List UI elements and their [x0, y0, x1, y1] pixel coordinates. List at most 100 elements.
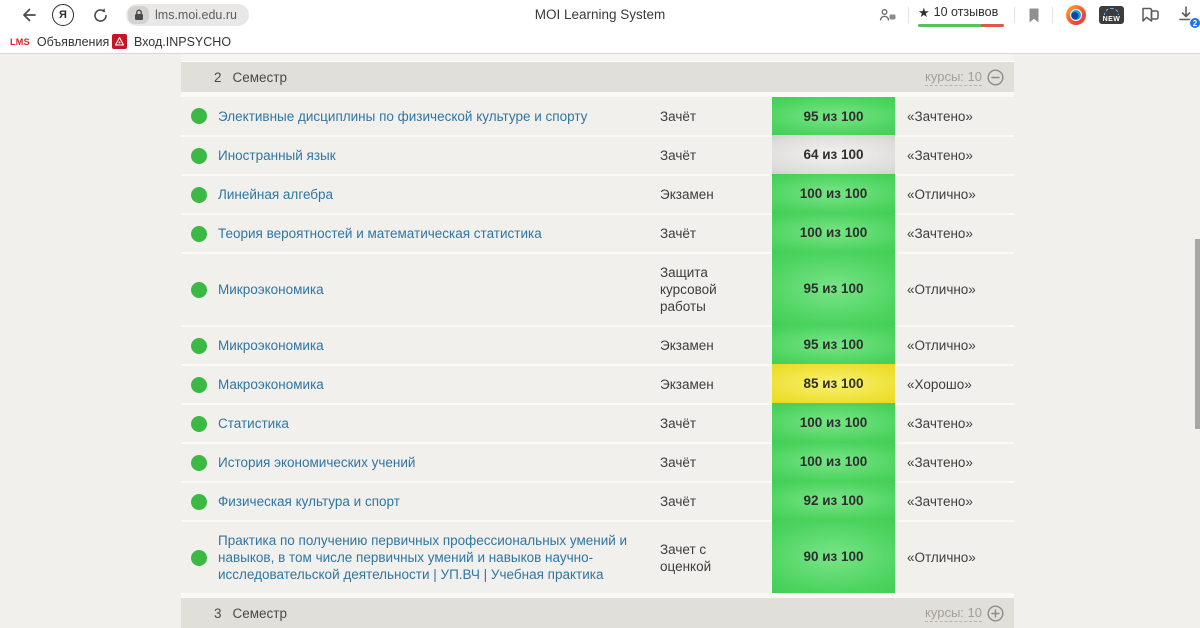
bookmark-item-login[interactable]: Вход.INPSYCHO	[112, 30, 231, 53]
courses-count-label: курсы: 10	[925, 604, 982, 622]
downloads-icon[interactable]: 2	[1177, 5, 1200, 29]
score-badge: 85 из 100	[772, 364, 895, 403]
grade-text: «Отлично»	[895, 520, 1014, 593]
grade-text: «Зачтено»	[895, 135, 1014, 174]
collections-icon[interactable]	[1140, 5, 1160, 25]
page-title: MOI Learning System	[534, 7, 666, 22]
semester-2-header[interactable]: 2 Семестр курсы: 10	[181, 62, 1014, 92]
toolbar-divider	[1014, 7, 1015, 23]
grade-text: «Отлично»	[895, 325, 1014, 364]
grades-table: 2 Семестр курсы: 10 Элективные дисциплин…	[181, 54, 1014, 628]
address-bar[interactable]: lms.moi.edu.ru	[126, 4, 249, 26]
semester-2-courses-toggle[interactable]: курсы: 10	[925, 69, 1004, 86]
bookmark-item-announcements[interactable]: LMS Объявления	[10, 30, 109, 53]
course-link[interactable]: Микроэкономика	[218, 325, 660, 364]
assessment-type: Экзамен	[660, 174, 772, 213]
assessment-type: Зачёт	[660, 135, 772, 174]
new-tab-extension-icon[interactable]: NEW	[1099, 6, 1124, 24]
lms-favicon: LMS	[10, 36, 30, 47]
inpsycho-favicon	[112, 34, 127, 49]
course-link[interactable]: История экономических учений	[218, 442, 660, 481]
table-row: Теория вероятностей и математическая ста…	[181, 213, 1014, 252]
course-link[interactable]: Элективные дисциплины по физической куль…	[218, 97, 660, 135]
course-link[interactable]: Линейная алгебра	[218, 174, 660, 213]
course-link[interactable]: Физическая культура и спорт	[218, 481, 660, 520]
score-badge: 100 из 100	[772, 174, 895, 213]
course-link[interactable]: Практика по получению первичных професси…	[218, 520, 660, 593]
course-status-dot	[191, 225, 207, 242]
toolbar-divider	[908, 7, 909, 23]
scrollbar-thumb[interactable]	[1195, 239, 1200, 429]
assessment-type: Зачёт	[660, 442, 772, 481]
grade-text: «Зачтено»	[895, 481, 1014, 520]
grade-text: «Отлично»	[895, 252, 1014, 325]
course-link[interactable]: Теория вероятностей и математическая ста…	[218, 213, 660, 252]
yandex-browser-icon[interactable]: Я	[52, 4, 74, 26]
table-row: Статистика Зачёт 100 из 100 «Зачтено»	[181, 403, 1014, 442]
expand-plus-icon[interactable]	[987, 604, 1004, 622]
score-badge: 95 из 100	[772, 252, 895, 325]
score-badge: 92 из 100	[772, 481, 895, 520]
collapse-minus-icon[interactable]	[987, 68, 1004, 86]
score-badge: 95 из 100	[772, 97, 895, 135]
semester-label: Семестр	[232, 605, 288, 621]
assessment-type: Экзамен	[660, 325, 772, 364]
assessment-type: Зачет с оценкой	[660, 520, 772, 593]
assessment-type: Зачёт	[660, 481, 772, 520]
browser-toolbar: Я lms.moi.edu.ru MOI Learning System ★ 1…	[0, 0, 1200, 30]
feedback-icon[interactable]	[878, 5, 898, 25]
grade-text: «Отлично»	[895, 174, 1014, 213]
course-link[interactable]: Микроэкономика	[218, 252, 660, 325]
score-badge: 100 из 100	[772, 442, 895, 481]
grade-text: «Зачтено»	[895, 213, 1014, 252]
semester-3-header[interactable]: 3 Семестр курсы: 10	[181, 598, 1014, 628]
course-link[interactable]: Иностранный язык	[218, 135, 660, 174]
extension-circle-icon[interactable]	[1066, 5, 1086, 25]
reviews-count-label: 10 отзывов	[933, 5, 999, 19]
grade-text: «Зачтено»	[895, 403, 1014, 442]
course-status-dot	[191, 549, 207, 566]
table-row: Иностранный язык Зачёт 64 из 100 «Зачтен…	[181, 135, 1014, 174]
lock-icon[interactable]	[128, 6, 149, 24]
course-status-dot	[191, 415, 207, 432]
toolbar-divider	[1052, 7, 1053, 23]
course-link[interactable]: Статистика	[218, 403, 660, 442]
url-text: lms.moi.edu.ru	[155, 8, 237, 22]
bookmark-icon[interactable]	[1024, 5, 1044, 25]
refresh-icon[interactable]	[90, 5, 110, 25]
back-icon[interactable]	[18, 5, 38, 25]
course-status-dot	[191, 376, 207, 393]
course-status-dot	[191, 281, 207, 298]
score-badge: 90 из 100	[772, 520, 895, 593]
grade-text: «Зачтено»	[907, 108, 973, 124]
course-status-dot	[191, 454, 207, 471]
grade-text: «Зачтено»	[895, 442, 1014, 481]
reviews-rating-bar	[918, 24, 1004, 27]
assessment-type: Зачёт	[660, 403, 772, 442]
previous-row-sliver	[181, 54, 1014, 62]
table-row: Микроэкономика Экзамен 95 из 100 «Отличн…	[181, 325, 1014, 364]
course-status-dot	[191, 108, 207, 124]
assessment-type: Защита курсовой работы	[660, 252, 772, 325]
course-link[interactable]: Макроэкономика	[218, 364, 660, 403]
score-badge: 100 из 100	[772, 403, 895, 442]
table-row: Макроэкономика Экзамен 85 из 100 «Хорошо…	[181, 364, 1014, 403]
assessment-type: Экзамен	[660, 364, 772, 403]
lms-page-content: 2 Семестр курсы: 10 Элективные дисциплин…	[0, 54, 1200, 628]
site-reviews[interactable]: ★ 10 отзывов	[918, 5, 1004, 19]
table-row: Элективные дисциплины по физической куль…	[181, 97, 1014, 135]
star-icon: ★	[918, 4, 930, 20]
course-status-dot	[191, 493, 207, 510]
courses-count-label: курсы: 10	[925, 68, 982, 86]
table-row: Микроэкономика Защита курсовой работы 95…	[181, 252, 1014, 325]
assessment-type: Зачёт	[660, 108, 697, 124]
bookmarks-bar: LMS Объявления Вход.INPSYCHO	[0, 30, 1200, 54]
score-badge: 100 из 100	[772, 213, 895, 252]
downloads-count-badge: 2	[1189, 17, 1200, 29]
assessment-type: Зачёт	[660, 213, 772, 252]
course-status-dot	[191, 147, 207, 164]
course-rows: Элективные дисциплины по физической куль…	[181, 97, 1014, 593]
table-row: История экономических учений Зачёт 100 и…	[181, 442, 1014, 481]
semester-3-courses-toggle[interactable]: курсы: 10	[925, 605, 1004, 622]
table-row: Линейная алгебра Экзамен 100 из 100 «Отл…	[181, 174, 1014, 213]
